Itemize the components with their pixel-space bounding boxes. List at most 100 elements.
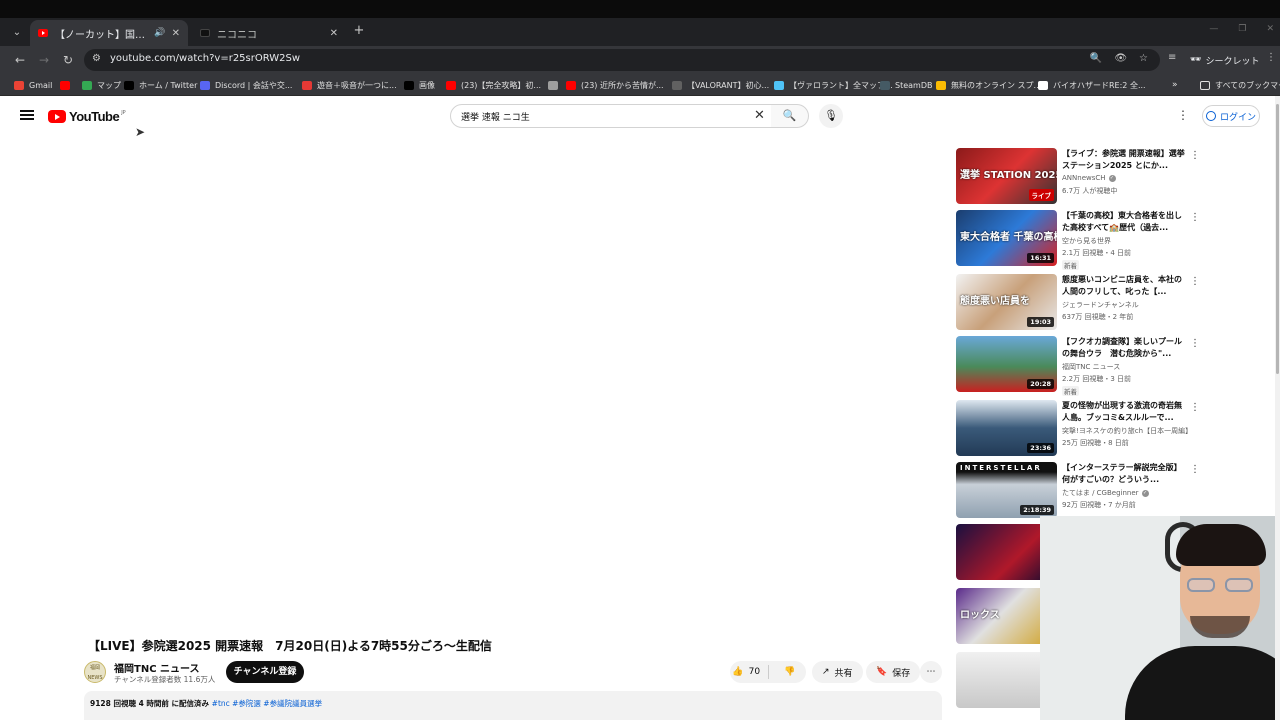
window-top-strip — [0, 0, 1280, 18]
scrollbar-thumb[interactable] — [1276, 104, 1279, 374]
bookmark-item[interactable]: バイオハザードRE:2 全... — [1038, 78, 1146, 92]
bookmark-item[interactable]: Discord | 会話や交... — [200, 78, 292, 92]
bookmark-item[interactable]: Gmail — [14, 78, 52, 92]
bookmark-favicon-icon — [774, 80, 784, 90]
hamburger-menu-icon[interactable] — [20, 110, 34, 120]
youtube-wordmark: YouTube — [69, 109, 120, 124]
video-options-icon[interactable]: ⋮ — [1190, 276, 1200, 287]
recommended-video[interactable]: 選挙 STATION 2025 ライブ 【ライブ：参院選 開票速報】選挙ステーション… — [956, 148, 1246, 206]
video-thumbnail[interactable]: 23:36 — [956, 400, 1057, 456]
recommended-channel[interactable]: ANNnewsCH ✓ — [1062, 174, 1116, 182]
bookmark-item[interactable]: 遊音＋吸音が一つに... — [302, 78, 397, 92]
search-input[interactable] — [461, 109, 741, 124]
video-options-icon[interactable]: ⋮ — [1190, 338, 1200, 349]
new-tab-plus-icon[interactable]: + — [352, 24, 366, 38]
video-thumbnail[interactable]: INTERSTELLAR 2:18:39 — [956, 462, 1057, 518]
tab-active[interactable]: 【ノーカット】国民民主・玉木雄 🔊 ✕ — [30, 20, 188, 46]
video-options-icon[interactable]: ⋮ — [1190, 464, 1200, 475]
bookmark-item[interactable]: SteamDB — [880, 78, 932, 92]
all-bookmarks-folder[interactable]: すべてのブックマーク — [1200, 78, 1280, 92]
address-bar[interactable]: ⚙ youtube.com/watch?v=r25srORW2Sw 🔍 👁 ☆ — [84, 49, 1160, 71]
video-options-icon[interactable]: ⋮ — [1190, 212, 1200, 223]
recommended-video[interactable]: 23:36 夏の怪物が出現する激流の奇岩無人島。ブッコミ&スルルーで... 突撃!ヨ… — [956, 400, 1246, 458]
hashtags[interactable]: #tnc #参院選 #参議院議員選挙 — [212, 699, 322, 708]
recommended-title[interactable]: 態度悪いコンビニ店員を、本社の人間のフリして、叱った【... — [1062, 274, 1186, 298]
page-scrollbar[interactable] — [1275, 96, 1280, 720]
share-button[interactable]: ↗ 共有 — [812, 661, 863, 683]
like-button[interactable]: 👍 70 — [730, 661, 763, 683]
media-controls-icon[interactable]: ≡ — [1168, 52, 1176, 63]
recommended-channel[interactable]: 福岡TNC ニュース — [1062, 362, 1120, 372]
recommended-video[interactable]: 態度悪い店員を 19:03 態度悪いコンビニ店員を、本社の人間のフリして、叱った【.… — [956, 274, 1246, 332]
view-and-date: 9128 回視聴 4 時間前 に配信済み — [90, 699, 212, 708]
restore-icon[interactable]: ❐ — [1238, 24, 1246, 34]
site-info-icon[interactable]: ⚙ — [92, 53, 101, 64]
back-arrow-icon[interactable]: ← — [12, 52, 28, 68]
youtube-logo[interactable]: YouTube JP — [48, 109, 126, 124]
search-button[interactable]: 🔍 — [771, 104, 809, 128]
settings-kebab-icon[interactable]: ⋮ — [1177, 108, 1189, 122]
description-box[interactable]: 9128 回視聴 4 時間前 に配信済み #tnc #参院選 #参議院議員選挙 — [84, 691, 942, 720]
recommended-title[interactable]: 【千葉の高校】東大合格者を出した高校すべて🏫歴代（過去... — [1062, 210, 1186, 234]
bookmark-item[interactable]: ホーム / Twitter — [124, 78, 197, 92]
minimize-icon[interactable]: — — [1209, 24, 1218, 34]
forward-arrow-icon[interactable]: → — [36, 52, 52, 68]
channel-label: ジェラードンチャンネル — [1062, 301, 1139, 309]
recommended-video[interactable]: 20:28 【フクオカ調査隊】楽しいプールの舞台ウラ 潜む危険から"... 福岡TN… — [956, 336, 1246, 396]
recommended-channel[interactable]: 突撃!ヨネスケの釣り旅ch【日本一周編】 — [1062, 426, 1192, 436]
bookmark-item[interactable] — [548, 78, 563, 92]
video-thumbnail[interactable]: 20:28 — [956, 336, 1057, 392]
reload-icon[interactable]: ↻ — [60, 52, 76, 68]
search-icon: 🔍 — [782, 109, 797, 122]
channel-avatar[interactable]: 福岡 NEWS — [84, 661, 106, 683]
window-close-icon[interactable]: ✕ — [1266, 24, 1274, 34]
speaker-icon[interactable]: 🔊 — [154, 28, 165, 38]
close-tab-icon[interactable]: ✕ — [172, 28, 180, 39]
like-count: 70 — [748, 667, 761, 677]
thumbnail-caption: 態度悪い店員を — [960, 296, 1030, 307]
close-tab-icon[interactable]: ✕ — [330, 28, 338, 39]
tab-niconico[interactable]: ニコニコ ✕ — [192, 20, 346, 46]
tab-search-chevron-icon[interactable]: ⌄ — [8, 24, 26, 42]
bookmark-item[interactable]: マップ — [82, 78, 121, 92]
video-thumbnail[interactable]: 東大合格者 千葉の高校 16:31 — [956, 210, 1057, 266]
bookmark-item[interactable]: 【ヴァロラント】全マップ... — [774, 78, 893, 92]
dislike-button[interactable]: 👎 — [774, 661, 807, 683]
video-options-icon[interactable]: ⋮ — [1190, 402, 1200, 413]
bookmark-item[interactable]: 無料のオンライン スプ... — [936, 78, 1041, 92]
video-thumbnail[interactable]: 態度悪い店員を 19:03 — [956, 274, 1057, 330]
more-actions-button[interactable]: ⋯ — [920, 661, 942, 683]
recommended-channel[interactable]: ジェラードンチャンネル — [1062, 300, 1139, 310]
recommended-title[interactable]: 【ライブ：参院選 開票速報】選挙ステーション2025 とにか... — [1062, 148, 1186, 172]
clear-search-icon[interactable]: ✕ — [754, 108, 765, 123]
zoom-icon[interactable]: 🔍 — [1090, 53, 1102, 64]
video-thumbnail[interactable]: 選挙 STATION 2025 ライブ — [956, 148, 1057, 204]
recommended-channel[interactable]: 空から見る世界 — [1062, 236, 1111, 246]
recommended-channel[interactable]: たてはま / CGBeginner ✓ — [1062, 488, 1149, 498]
thumbnail-caption: 選挙 STATION 2025 — [960, 170, 1057, 181]
channel-name[interactable]: 福岡TNC ニュース — [114, 660, 200, 675]
recommended-title[interactable]: 【フクオカ調査隊】楽しいプールの舞台ウラ 潜む危険から"... — [1062, 336, 1186, 360]
save-button[interactable]: 🔖 保存 — [866, 661, 921, 683]
recommended-video[interactable]: INTERSTELLAR 2:18:39 【インターステラー解説完全版】何がすごいの… — [956, 462, 1246, 520]
subscribe-button[interactable]: チャンネル登録 — [226, 661, 304, 683]
recommended-video[interactable]: 東大合格者 千葉の高校 16:31 【千葉の高校】東大合格者を出した高校すべて🏫歴代… — [956, 210, 1246, 270]
bookmark-item[interactable]: (23) 近所から苦情が... — [566, 78, 664, 92]
bookmarks-overflow-icon[interactable]: » — [1172, 78, 1178, 92]
bookmark-label: Discord | 会話や交... — [215, 80, 293, 90]
video-options-icon[interactable]: ⋮ — [1190, 150, 1200, 161]
bookmark-item[interactable]: 画像 — [404, 78, 435, 92]
bookmark-item[interactable]: 【VALORANT】初心... — [672, 78, 769, 92]
incognito-indicator[interactable]: 🕶 シークレット — [1190, 51, 1259, 69]
bookmark-item[interactable]: (23)【完全攻略】初... — [446, 78, 541, 92]
recommended-title[interactable]: 【インターステラー解説完全版】何がすごいの？どういう... — [1062, 462, 1186, 486]
voice-search-button[interactable]: 🎙 — [819, 104, 843, 128]
bookmark-item[interactable] — [60, 78, 75, 92]
bookmark-label: (23) 近所から苦情が... — [581, 80, 664, 90]
recommended-title[interactable]: 夏の怪物が出現する激流の奇岩無人島。ブッコミ&スルルーで... — [1062, 400, 1186, 424]
login-button[interactable]: ログイン — [1202, 105, 1260, 127]
tracking-eye-icon[interactable]: 👁 — [1114, 53, 1127, 64]
browser-menu-icon[interactable]: ⋮ — [1266, 52, 1276, 63]
bookmark-star-icon[interactable]: ☆ — [1139, 53, 1148, 64]
bookmark-label: (23)【完全攻略】初... — [461, 80, 542, 90]
